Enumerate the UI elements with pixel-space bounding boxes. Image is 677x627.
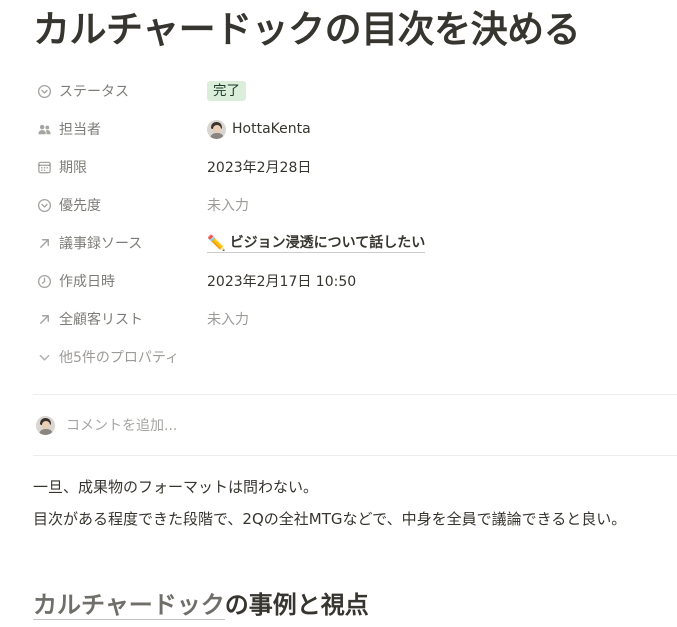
property-row-due-date[interactable]: 期限 2023年2月28日 [33, 148, 677, 186]
paragraph[interactable]: 目次がある程度できた段階で、2Qの全社MTGなどで、中身を全員で議論できると良い… [33, 507, 626, 531]
calendar-icon [37, 160, 52, 175]
property-label: 作成日時 [59, 274, 115, 290]
property-row-created-time[interactable]: 作成日時 2023年2月17日 10:50 [33, 262, 677, 300]
page-title[interactable]: カルチャードックの目次を決める [33, 4, 581, 56]
properties-panel: ステータス 完了 担当者 HottaKenta 期限 2023年2月28日 優先… [33, 72, 677, 376]
property-value[interactable]: HottaKenta [207, 110, 311, 148]
relation-link[interactable]: ✏️ ビジョン浸透について話したい [207, 233, 426, 253]
property-name[interactable]: ステータス [37, 72, 129, 110]
chevron-down-icon [37, 350, 52, 365]
property-row-minutes-source[interactable]: 議事録ソース ✏️ ビジョン浸透について話したい [33, 224, 677, 262]
property-name[interactable]: 作成日時 [37, 262, 115, 300]
person-name: HottaKenta [232, 121, 311, 137]
property-row-assignee[interactable]: 担当者 HottaKenta [33, 110, 677, 148]
property-name[interactable]: 担当者 [37, 110, 101, 148]
property-value[interactable]: 2023年2月28日 [207, 148, 311, 186]
property-value[interactable]: 未入力 [207, 186, 249, 224]
clock-icon [37, 274, 52, 289]
avatar [36, 415, 55, 435]
avatar [207, 119, 226, 139]
property-label: 期限 [59, 160, 87, 176]
property-name[interactable]: 議事録ソース [37, 224, 142, 262]
heading-text: の事例と視点 [224, 591, 369, 619]
property-value[interactable]: 2023年2月17日 10:50 [207, 262, 356, 300]
property-value[interactable]: ✏️ ビジョン浸透について話したい [207, 224, 426, 262]
more-properties-toggle[interactable]: 他5件のプロパティ [33, 338, 677, 376]
divider [33, 455, 677, 456]
divider [33, 394, 677, 395]
property-row-priority[interactable]: 優先度 未入力 [33, 186, 677, 224]
property-value[interactable]: 完了 [207, 72, 246, 110]
property-name[interactable]: 全顧客リスト [37, 300, 143, 338]
property-name[interactable]: 優先度 [37, 186, 101, 224]
status-badge: 完了 [207, 81, 246, 101]
relation-arrow-icon [37, 236, 52, 251]
property-value[interactable]: 未入力 [207, 300, 249, 338]
more-properties-button[interactable]: 他5件のプロパティ [37, 338, 179, 376]
section-heading[interactable]: カルチャードックの事例と視点 [33, 588, 369, 622]
comment-input[interactable]: コメントを追加... [36, 410, 656, 440]
comment-placeholder: コメントを追加... [66, 418, 178, 434]
people-icon [37, 122, 52, 137]
relation-arrow-icon [37, 312, 52, 327]
property-label: 担当者 [59, 122, 101, 138]
property-row-status[interactable]: ステータス 完了 [33, 72, 677, 110]
pencil-icon: ✏️ [207, 233, 226, 252]
select-icon [37, 198, 52, 213]
property-row-customer-list[interactable]: 全顧客リスト 未入力 [33, 300, 677, 338]
property-name[interactable]: 期限 [37, 148, 87, 186]
property-label: ステータス [59, 84, 129, 100]
property-label: 全顧客リスト [59, 312, 143, 328]
status-icon [37, 84, 52, 99]
heading-link[interactable]: カルチャードック [33, 591, 225, 620]
paragraph[interactable]: 一旦、成果物のフォーマットは問わない。 [33, 475, 318, 499]
property-label: 議事録ソース [59, 236, 143, 252]
notion-page: カルチャードックの目次を決める ステータス 完了 担当者 HottaKenta … [0, 0, 677, 627]
property-label: 優先度 [59, 198, 101, 214]
more-properties-label: 他5件のプロパティ [59, 350, 180, 366]
relation-title: ビジョン浸透について話したい [229, 234, 426, 251]
